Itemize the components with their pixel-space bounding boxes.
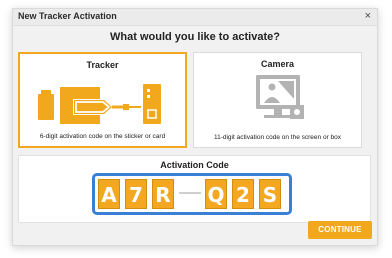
code-char-2[interactable]: 7 xyxy=(125,179,147,209)
activation-code-label: Activation Code xyxy=(160,160,229,170)
code-char-6[interactable]: S xyxy=(259,179,281,209)
activation-question: What would you like to activate? xyxy=(110,31,280,43)
code-char-3[interactable]: R xyxy=(152,179,174,209)
dialog-titlebar: New Tracker Activation × xyxy=(13,9,377,26)
tracker-option-title: Tracker xyxy=(86,60,119,70)
tracker-device-icon xyxy=(20,72,185,130)
activation-code-input[interactable]: A 7 R Q 2 S xyxy=(92,173,292,215)
camera-option-title: Camera xyxy=(260,59,295,69)
tracker-option-card[interactable]: Tracker 6-digit activation code on the s… xyxy=(18,52,187,148)
camera-option-card[interactable]: Camera 11-digit activation code on the s… xyxy=(193,52,362,148)
code-separator xyxy=(179,192,201,194)
code-char-5[interactable]: 2 xyxy=(232,179,254,209)
tracker-option-description: 6-digit activation code on the sticker o… xyxy=(39,133,166,140)
camera-option-description: 11-digit activation code on the screen o… xyxy=(213,134,342,141)
page-background: New Tracker Activation × What would you … xyxy=(0,0,392,258)
activation-code-panel: Activation Code A 7 R Q 2 S xyxy=(18,155,371,223)
continue-button[interactable]: CONTINUE xyxy=(308,221,372,239)
code-char-4[interactable]: Q xyxy=(205,179,227,209)
code-char-1[interactable]: A xyxy=(98,179,120,209)
dialog-title: New Tracker Activation xyxy=(18,11,117,21)
camera-device-icon xyxy=(194,71,361,129)
close-icon[interactable]: × xyxy=(365,10,371,22)
activation-dialog: New Tracker Activation × What would you … xyxy=(12,8,378,246)
